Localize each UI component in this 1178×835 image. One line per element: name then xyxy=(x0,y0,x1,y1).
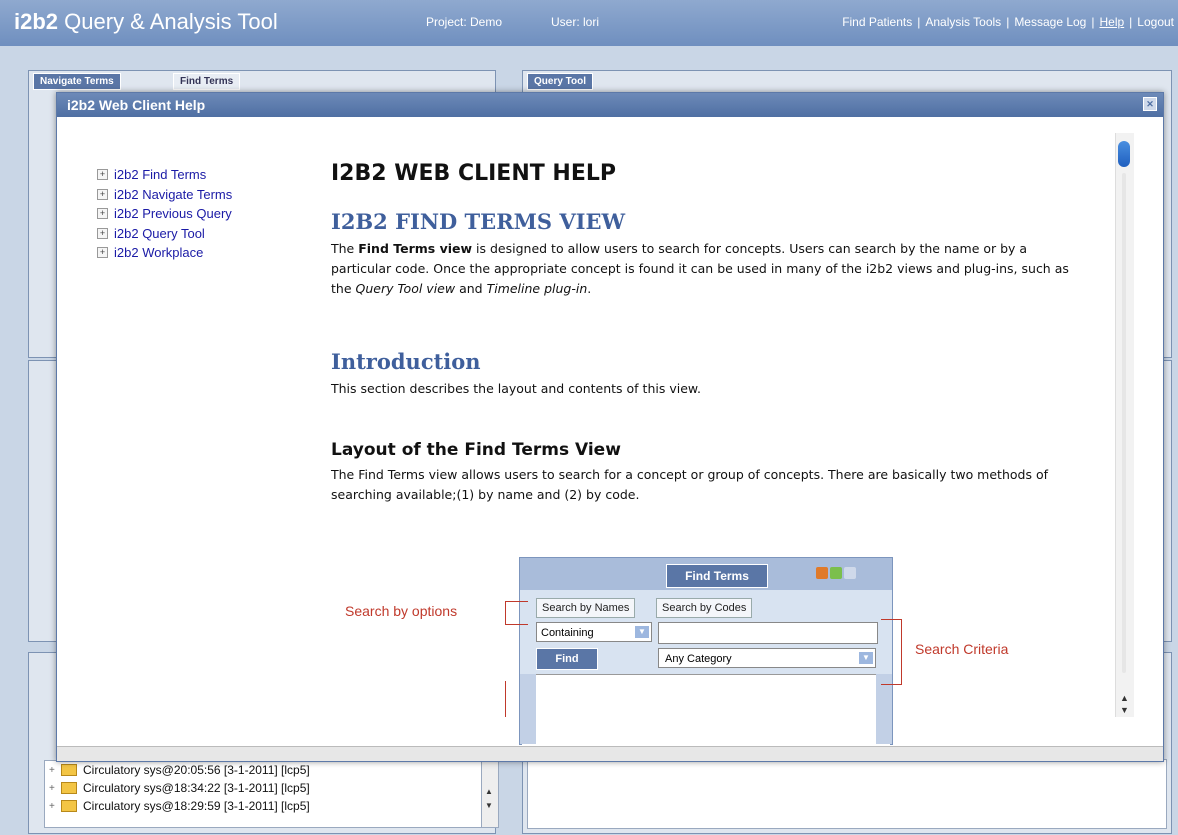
annotation-bracket-options xyxy=(505,601,528,625)
figure-category-select: Any Category ▼ xyxy=(658,648,876,668)
scroll-up-icon[interactable]: ▲ xyxy=(485,787,493,796)
nav-analysis-tools[interactable]: Analysis Tools xyxy=(925,15,1001,29)
nav-logout[interactable]: Logout xyxy=(1137,15,1174,29)
figure-search-input xyxy=(658,622,878,644)
figure-find-button: Find xyxy=(536,648,598,670)
toc-query-tool[interactable]: + i2b2 Query Tool xyxy=(97,224,232,244)
figure-toolbar-icons xyxy=(816,567,858,582)
toc-find-terms[interactable]: + i2b2 Find Terms xyxy=(97,165,232,185)
intro-paragraph: The Find Terms view is designed to allow… xyxy=(331,241,1069,296)
previous-queries-scrollbar[interactable]: ▲ ▼ xyxy=(481,760,499,828)
chevron-down-icon: ▼ xyxy=(635,626,649,638)
help-scrollbar[interactable]: ▲ ▼ xyxy=(1115,133,1134,717)
toc-navigate-terms[interactable]: + i2b2 Navigate Terms xyxy=(97,185,232,205)
figure-match-select: Containing ▼ xyxy=(536,622,652,642)
list-item[interactable]: + Circulatory sys@18:29:59 [3-1-2011] [lc… xyxy=(45,797,481,815)
refresh-icon xyxy=(816,567,828,579)
figure-subtab-codes: Search by Codes xyxy=(656,598,753,618)
help-dialog: i2b2 Web Client Help ✕ + i2b2 Find Terms … xyxy=(56,92,1164,762)
scroll-down-icon[interactable]: ▼ xyxy=(1120,705,1129,715)
dialog-titlebar[interactable]: i2b2 Web Client Help ✕ xyxy=(57,93,1163,117)
dialog-title: i2b2 Web Client Help xyxy=(67,97,206,113)
close-icon[interactable]: ✕ xyxy=(1143,97,1157,111)
chevron-down-icon: ▼ xyxy=(859,652,873,664)
folder-icon xyxy=(61,764,77,776)
tab-find-terms[interactable]: Find Terms xyxy=(173,73,241,90)
scroll-down-icon[interactable]: ▼ xyxy=(485,801,493,810)
section-title: I2B2 FIND TERMS VIEW xyxy=(331,209,626,234)
folder-icon xyxy=(61,782,77,794)
top-navigation: Find Patients | Analysis Tools | Message Log… xyxy=(842,15,1174,29)
nav-message-log[interactable]: Message Log xyxy=(1014,15,1086,29)
scroll-thumb[interactable] xyxy=(1118,141,1130,167)
find-terms-panel-figure: Find Terms Search by Names Search by Cod… xyxy=(519,557,893,745)
help-table-of-contents: + i2b2 Find Terms + i2b2 Navigate Terms + i… xyxy=(97,165,232,263)
options-icon xyxy=(830,567,842,579)
find-terms-screenshot: Find Terms Search by Names Search by Cod… xyxy=(519,557,893,745)
project-label: Project: Demo xyxy=(426,15,503,29)
annotation-bracket-criteria xyxy=(881,619,902,685)
top-bar: i2b2 Query & Analysis Tool Project: Demo… xyxy=(0,0,1178,46)
list-item[interactable]: + Circulatory sys@20:05:56 [3-1-2011] [lc… xyxy=(45,761,481,779)
layout-text: The Find Terms view allows users to sear… xyxy=(331,467,1048,502)
dialog-footer xyxy=(57,746,1163,761)
maximize-icon xyxy=(844,567,856,579)
figure-subtab-names: Search by Names xyxy=(536,598,636,618)
figure-tab-find-terms: Find Terms xyxy=(666,564,768,588)
expand-icon[interactable]: + xyxy=(97,227,108,239)
list-item[interactable]: + Circulatory sys@18:34:22 [3-1-2011] [lc… xyxy=(45,779,481,797)
user-label: User: lori xyxy=(551,15,600,29)
toc-workplace[interactable]: + i2b2 Workplace xyxy=(97,243,232,263)
annotation-search-criteria: Search Criteria xyxy=(915,641,1009,657)
folder-icon xyxy=(61,800,77,812)
introduction-title: Introduction xyxy=(331,349,481,374)
app-brand: i2b2 xyxy=(14,9,59,34)
app-title-text: Query & Analysis Tool xyxy=(64,9,278,34)
tab-query-tool[interactable]: Query Tool xyxy=(527,73,594,90)
expand-icon[interactable]: + xyxy=(97,169,108,181)
expand-icon[interactable]: + xyxy=(97,188,108,200)
nav-find-patients[interactable]: Find Patients xyxy=(842,15,912,29)
scroll-up-icon[interactable]: ▲ xyxy=(1120,693,1129,703)
previous-queries-list: + Circulatory sys@20:05:56 [3-1-2011] [lc… xyxy=(44,760,482,828)
expand-icon[interactable]: + xyxy=(97,208,108,220)
help-heading: I2B2 WEB CLIENT HELP xyxy=(331,161,616,186)
annotation-search-options: Search by options xyxy=(345,603,458,619)
layout-title: Layout of the Find Terms View xyxy=(331,440,621,460)
introduction-text: This section describes the layout and co… xyxy=(331,381,701,396)
tab-navigate-terms[interactable]: Navigate Terms xyxy=(33,73,121,90)
app-title: i2b2 Query & Analysis Tool xyxy=(14,9,278,35)
nav-help[interactable]: Help xyxy=(1099,15,1124,29)
figure-results-area xyxy=(522,674,890,745)
toc-previous-query[interactable]: + i2b2 Previous Query xyxy=(97,204,232,224)
expand-icon[interactable]: + xyxy=(97,247,108,259)
results-box xyxy=(527,759,1167,829)
